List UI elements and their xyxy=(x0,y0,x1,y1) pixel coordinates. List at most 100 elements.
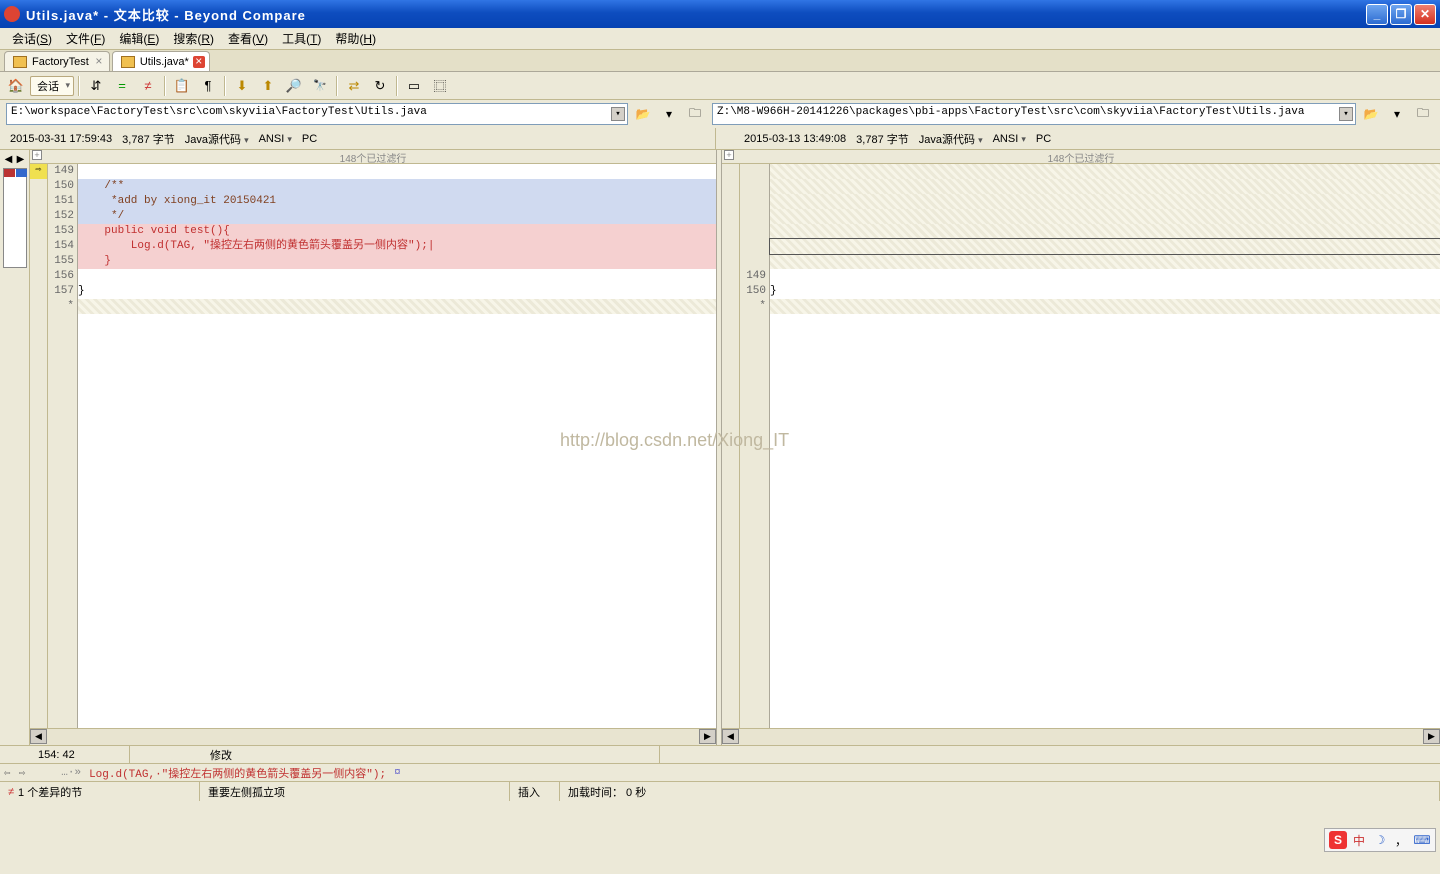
code-line[interactable] xyxy=(770,239,1440,254)
session-dropdown[interactable]: 会话 xyxy=(30,76,74,96)
equal-button[interactable]: = xyxy=(110,75,134,97)
expand-icon[interactable]: + xyxy=(32,150,42,160)
explore-right-button[interactable]: 🗀 xyxy=(1412,104,1434,124)
code-line[interactable] xyxy=(770,254,1440,269)
line-state: 修改 xyxy=(130,746,660,763)
status-loadtime: 加载时间： 0 秒 xyxy=(560,782,1440,801)
close-icon[interactable]: × xyxy=(193,56,205,68)
code-line[interactable]: } xyxy=(770,284,1440,299)
ime-cn-icon[interactable]: 中 xyxy=(1350,831,1368,849)
menu-f[interactable]: 文件(F) xyxy=(60,28,111,49)
explore-left-button[interactable]: 🗀 xyxy=(684,104,706,124)
menu-h[interactable]: 帮助(H) xyxy=(329,28,382,49)
rules-button[interactable]: 📋 xyxy=(170,75,194,97)
ime-s-icon[interactable]: S xyxy=(1329,831,1347,849)
close-button[interactable]: ✕ xyxy=(1414,4,1436,25)
diff-nav-left[interactable]: ⇦ xyxy=(4,766,11,780)
right-encoding-dropdown[interactable]: ANSI ▾ xyxy=(993,133,1026,145)
thumb-right-icon[interactable]: ▶ xyxy=(15,154,27,166)
menu-bar: 会话(S)文件(F)编辑(E)搜索(R)查看(V)工具(T)帮助(H) xyxy=(0,28,1440,50)
code-line[interactable]: *add by xiong_it 20150421 xyxy=(78,194,716,209)
close-icon[interactable]: × xyxy=(93,56,105,68)
file-icon xyxy=(121,56,135,68)
left-hscroll[interactable]: ◀▶ xyxy=(30,728,716,745)
ime-comma-icon[interactable]: ， xyxy=(1392,831,1410,849)
save-right-button[interactable]: ▾ xyxy=(1386,104,1408,124)
code-line[interactable] xyxy=(78,299,716,314)
open-right-button[interactable]: 📂 xyxy=(1360,104,1382,124)
code-line[interactable] xyxy=(770,299,1440,314)
code-line[interactable] xyxy=(770,164,1440,179)
left-timestamp: 2015-03-31 17:59:43 xyxy=(10,133,112,145)
code-line[interactable] xyxy=(770,194,1440,209)
title-bar: Utils.java* - 文本比较 - Beyond Compare _ ❐ … xyxy=(0,0,1440,28)
code-line[interactable]: } xyxy=(78,284,716,299)
save-left-button[interactable]: ▾ xyxy=(658,104,680,124)
dropdown-icon[interactable]: ▾ xyxy=(611,107,625,121)
code-line[interactable]: } xyxy=(78,254,716,269)
code-line[interactable] xyxy=(770,269,1440,284)
binoculars-icon[interactable]: 🔭 xyxy=(308,75,332,97)
left-size: 3,787 字节 xyxy=(122,131,175,147)
right-code-area[interactable]: 149150* } xyxy=(722,164,1440,728)
up-down-button[interactable]: ⇵ xyxy=(84,75,108,97)
diff-suffix: ¤ xyxy=(394,767,401,779)
swap-button[interactable]: ⇄ xyxy=(342,75,366,97)
left-type-dropdown[interactable]: Java源代码 ▾ xyxy=(185,131,249,147)
line-number: 150 xyxy=(740,284,766,299)
copy-left-button[interactable]: ⬇ xyxy=(230,75,254,97)
right-timestamp: 2015-03-13 13:49:08 xyxy=(744,133,846,145)
left-code-area[interactable]: ⇨ 149150151152153154155156157* /** *add … xyxy=(30,164,716,728)
code-line[interactable] xyxy=(770,179,1440,194)
line-number xyxy=(740,224,766,239)
right-hscroll[interactable]: ◀▶ xyxy=(722,728,1440,745)
refresh-button[interactable]: ↻ xyxy=(368,75,392,97)
line-number: 156 xyxy=(48,269,74,284)
code-line[interactable]: /** xyxy=(78,179,716,194)
left-encoding-dropdown[interactable]: ANSI ▾ xyxy=(259,133,292,145)
menu-v[interactable]: 查看(V) xyxy=(222,28,274,49)
menu-s[interactable]: 会话(S) xyxy=(6,28,58,49)
merge-arrow-icon[interactable]: ⇨ xyxy=(30,164,47,179)
line-number xyxy=(740,254,766,269)
left-lineending: PC xyxy=(302,133,317,145)
right-type-dropdown[interactable]: Java源代码 ▾ xyxy=(919,131,983,147)
tab-utilsjava[interactable]: Utils.java*× xyxy=(112,51,210,71)
layout2-button[interactable]: ⿴ xyxy=(428,75,452,97)
code-line[interactable] xyxy=(770,224,1440,239)
code-line[interactable]: public void test(){ xyxy=(78,224,716,239)
menu-r[interactable]: 搜索(R) xyxy=(167,28,220,49)
thumb-left-icon[interactable]: ◀ xyxy=(3,154,15,166)
right-file-info: 2015-03-13 13:49:08 3,787 字节 Java源代码 ▾ A… xyxy=(716,128,1440,149)
menu-t[interactable]: 工具(T) xyxy=(276,28,327,49)
tab-factorytest[interactable]: FactoryTest× xyxy=(4,51,110,71)
menu-e[interactable]: 编辑(E) xyxy=(113,28,165,49)
notequal-button[interactable]: ≠ xyxy=(136,75,160,97)
layout1-button[interactable]: ▭ xyxy=(402,75,426,97)
code-line[interactable] xyxy=(78,269,716,284)
thumbnail-overview[interactable] xyxy=(3,168,27,268)
ime-toolbar[interactable]: S 中 ☽ ， ⌨ xyxy=(1324,828,1436,852)
line-number: 155 xyxy=(48,254,74,269)
left-path-input[interactable]: E:\workspace\FactoryTest\src\com\skyviia… xyxy=(6,103,628,125)
dropdown-icon[interactable]: ▾ xyxy=(1339,107,1353,121)
line-number: 154 xyxy=(48,239,74,254)
copy-right-button[interactable]: ⬆ xyxy=(256,75,280,97)
diff-nav-right[interactable]: ⇨ xyxy=(19,766,26,780)
home-button[interactable]: 🏠 xyxy=(4,75,28,97)
find-button[interactable]: 🔎 xyxy=(282,75,306,97)
format-button[interactable]: ¶ xyxy=(196,75,220,97)
code-line[interactable] xyxy=(770,209,1440,224)
line-number xyxy=(740,164,766,179)
code-line[interactable]: */ xyxy=(78,209,716,224)
maximize-button[interactable]: ❐ xyxy=(1390,4,1412,25)
code-line[interactable] xyxy=(78,164,716,179)
open-left-button[interactable]: 📂 xyxy=(632,104,654,124)
right-path-input[interactable]: Z:\M8-W966H-20141226\packages\pbi-apps\F… xyxy=(712,103,1356,125)
minimize-button[interactable]: _ xyxy=(1366,4,1388,25)
code-line[interactable]: Log.d(TAG, "操控左右两侧的黄色箭头覆盖另一侧内容");| xyxy=(78,239,716,254)
info-row: 2015-03-31 17:59:43 3,787 字节 Java源代码 ▾ A… xyxy=(0,128,1440,150)
expand-icon[interactable]: + xyxy=(724,150,734,160)
ime-moon-icon[interactable]: ☽ xyxy=(1371,831,1389,849)
ime-keyboard-icon[interactable]: ⌨ xyxy=(1413,831,1431,849)
